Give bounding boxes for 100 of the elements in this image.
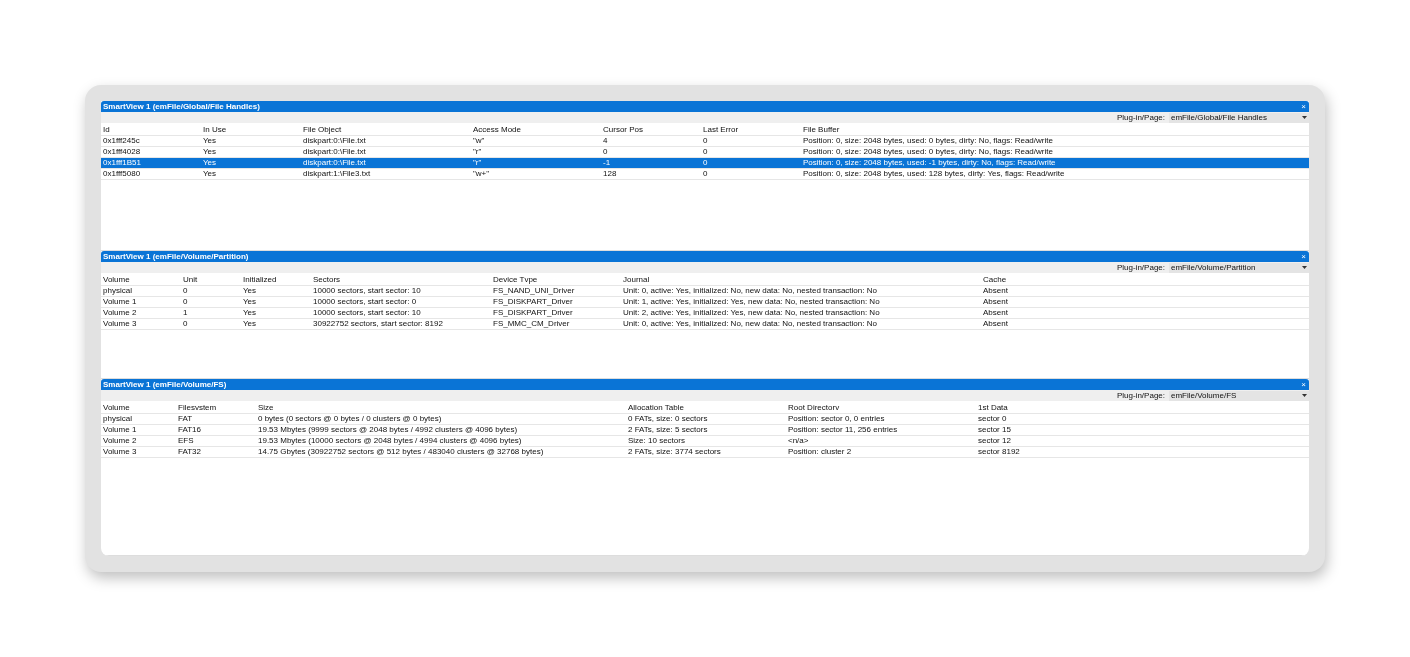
- table-cell-text: -1: [603, 158, 612, 168]
- column-header[interactable]: Access Mode: [473, 124, 603, 135]
- table-cell-text: Position: 0, size: 2048 bytes, used: 0 bytes, dirty: No, flags: Read/write: [803, 136, 1054, 146]
- table-cell-text: 30922752 sectors, start sector: 8192: [313, 319, 444, 329]
- table-cell-text: 14.75 Gbytes (30922752 sectors @ 512 bytes / 483040 clusters @ 32768 bytes): [258, 447, 545, 457]
- plugin-label: Plug-in/Page:: [1116, 263, 1165, 272]
- table-cell-text: Position: 0, size: 2048 bytes, used: 128 bytes, dirty: Yes, flags: Read/write: [803, 169, 1066, 179]
- table-cell-text: "r": [473, 147, 483, 157]
- table-cell-text: Yes: [243, 319, 258, 329]
- table-cell-text: 0: [703, 158, 709, 168]
- close-button[interactable]: ×: [1301, 251, 1306, 262]
- table-cell-text: 19.53 Mbytes (9999 sectors @ 2048 bytes / 4992 clusters @ 4096 bytes): [258, 425, 519, 435]
- table-cell-text: Unit: 1, active: Yes, initialized: Yes, new data: No, nested transaction: No: [623, 297, 881, 307]
- panel-title: SmartView 1 (emFile/Global/File Handles): [103, 101, 260, 112]
- table-cell-text: Yes: [203, 169, 218, 179]
- table-row[interactable]: Volume 3 0 Yes 30922752 sectors, start sector: 8192 FS_MMC_CM_Driver Unit: 0, active: Yes, initialized: No, new data: No, nested transaction: No Absent: [101, 319, 1309, 330]
- table-cell-text: 0: [703, 136, 709, 146]
- table-cell-text: FS_MMC_CM_Driver: [493, 319, 571, 329]
- table-cell-text: 0: [703, 169, 709, 179]
- close-button[interactable]: ×: [1301, 101, 1306, 112]
- column-header[interactable]: Last Error: [703, 124, 803, 135]
- table-cell-text: Yes: [203, 158, 218, 168]
- table-row[interactable]: Volume 2 EFS 19.53 Mbytes (10000 sectors @ 2048 bytes / 4994 clusters @ 4096 bytes) Size: 10 sectors <n/a> sector 12: [101, 436, 1309, 447]
- column-header[interactable]: Root Directorv: [788, 402, 978, 413]
- column-header[interactable]: Size: [258, 402, 628, 413]
- plugin-page-dropdown[interactable]: emFile/Volume/Partition: [1169, 262, 1309, 273]
- table-cell-text: 10000 sectors, start sector: 10: [313, 286, 422, 296]
- table-row[interactable]: physical 0 Yes 10000 sectors, start sector: 10 FS_NAND_UNI_Driver Unit: 0, active: Yes, initialized: No, new data: No, nested transaction: No Absent: [101, 286, 1309, 297]
- column-header[interactable]: Filesvstem: [178, 402, 258, 413]
- table-cell-text: Unit: 2, active: Yes, initialized: Yes, new data: No, nested transaction: No: [623, 308, 881, 318]
- table-row[interactable]: 0x1fff5080 Yes diskpart:1:\File3.txt "w+" 128 0 Position: 0, size: 2048 bytes, used: 128 bytes, dirty: Yes, flags: Read/write: [101, 169, 1309, 180]
- table-cell-text: 2 FATs, size: 3774 sectors: [628, 447, 722, 457]
- table-cell-text: 0 FATs, size: 0 sectors: [628, 414, 709, 424]
- table-cell-text: FS_DISKPART_Driver: [493, 308, 574, 318]
- table-cell-text: diskpart:0:\File.txt: [303, 158, 367, 168]
- table-cell-text: Absent: [983, 286, 1009, 296]
- column-header[interactable]: Volume: [103, 402, 178, 413]
- table-cell-text: 0x1fff5080: [103, 169, 142, 179]
- column-header[interactable]: Cache: [983, 274, 1309, 285]
- table-cell-text: 128: [603, 169, 618, 179]
- caret-icon: [1302, 266, 1307, 269]
- table-cell-text: 1: [183, 308, 189, 318]
- table-cell-text: Volume 1: [103, 425, 138, 435]
- column-header[interactable]: Journal: [623, 274, 983, 285]
- table-cell-text: "w": [473, 136, 486, 146]
- table-row[interactable]: Volume 2 1 Yes 10000 sectors, start sector: 10 FS_DISKPART_Driver Unit: 2, active: Yes, initialized: Yes, new data: No, nested transaction: No Absent: [101, 308, 1309, 319]
- table-cell-text: 0 bytes (0 sectors @ 0 bytes / 0 clusters @ 0 bytes): [258, 414, 443, 424]
- table-cell-text: 0: [183, 286, 189, 296]
- table-cell-text: Volume 2: [103, 308, 138, 318]
- table-cell-text: Volume 3: [103, 319, 138, 329]
- table-cell-text: <n/a>: [788, 436, 810, 446]
- table-row[interactable]: Volume 1 FAT16 19.53 Mbytes (9999 sectors @ 2048 bytes / 4992 clusters @ 4096 bytes) 2 FATs, size: 5 sectors Position: sector 11, 256 entries sector 15: [101, 425, 1309, 436]
- table-cell-text: Position: sector 11, 256 entries: [788, 425, 899, 435]
- column-header[interactable]: Volume: [103, 274, 183, 285]
- table-row[interactable]: 0x1fff245c Yes diskpart:0:\File.txt "w" 4 0 Position: 0, size: 2048 bytes, used: 0 bytes, dirty: No, flags: Read/write: [101, 136, 1309, 147]
- table-cell-text: 10000 sectors, start sector: 10: [313, 308, 422, 318]
- table-cell-text: "w+": [473, 169, 491, 179]
- column-header[interactable]: Sectors: [313, 274, 493, 285]
- column-header[interactable]: In Use: [203, 124, 303, 135]
- column-header[interactable]: File Buffer: [803, 124, 1309, 135]
- column-header[interactable]: Unit: [183, 274, 243, 285]
- column-header[interactable]: 1st Data: [978, 402, 1309, 413]
- table-cell-text: Absent: [983, 308, 1009, 318]
- table-cell-text: sector 8192: [978, 447, 1021, 457]
- table-row[interactable]: physical FAT 0 bytes (0 sectors @ 0 bytes / 0 clusters @ 0 bytes) 0 FATs, size: 0 sectors Position: sector 0, 0 entries sector 0: [101, 414, 1309, 425]
- table-cell-text: Position: 0, size: 2048 bytes, used: -1 bytes, dirty: No, flags: Read/write: [803, 158, 1057, 168]
- close-button[interactable]: ×: [1301, 379, 1306, 390]
- column-header[interactable]: File Object: [303, 124, 473, 135]
- table-cell-text: Yes: [243, 286, 258, 296]
- table-cell-text: sector 0: [978, 414, 1008, 424]
- panel-title: SmartView 1 (emFile/Volume/Partition): [103, 251, 249, 262]
- table-cell-text: Absent: [983, 297, 1009, 307]
- table-cell-text: Unit: 0, active: Yes, initialized: No, new data: No, nested transaction: No: [623, 286, 878, 296]
- table-row[interactable]: 0x1fff1B51 Yes diskpart:0:\File.txt "r" -1 0 Position: 0, size: 2048 bytes, used: -1 bytes, dirty: No, flags: Read/write: [101, 158, 1309, 169]
- table-cell-text: sector 12: [978, 436, 1012, 446]
- panel-title: SmartView 1 (emFile/Volume/FS): [103, 379, 227, 390]
- table-cell-text: sector 15: [978, 425, 1012, 435]
- table-row[interactable]: Volume 1 0 Yes 10000 sectors, start sector: 0 FS_DISKPART_Driver Unit: 1, active: Yes, initialized: Yes, new data: No, nested transaction: No Absent: [101, 297, 1309, 308]
- table-cell-text: Position: 0, size: 2048 bytes, used: 0 bytes, dirty: No, flags: Read/write: [803, 147, 1054, 157]
- table-cell-text: Position: cluster 2: [788, 447, 853, 457]
- table-cell-text: Volume 3: [103, 447, 138, 457]
- table-cell-text: Unit: 0, active: Yes, initialized: No, new data: No, nested transaction: No: [623, 319, 878, 329]
- table-cell-text: "r": [473, 158, 483, 168]
- plugin-page-dropdown[interactable]: emFile/Global/File Handles: [1169, 112, 1309, 123]
- plugin-page-dropdown[interactable]: emFile/Volume/FS: [1169, 390, 1309, 401]
- caret-icon: [1302, 394, 1307, 397]
- column-header[interactable]: Initialized: [243, 274, 313, 285]
- column-header[interactable]: Device Tvpe: [493, 274, 623, 285]
- table-row[interactable]: Volume 3 FAT32 14.75 Gbytes (30922752 sectors @ 512 bytes / 483040 clusters @ 32768 bytes) 2 FATs, size: 3774 sectors Position: cluster 2 sector 8192: [101, 447, 1309, 458]
- table-cell-text: FS_NAND_UNI_Driver: [493, 286, 576, 296]
- table-cell-text: Absent: [983, 319, 1009, 329]
- column-header[interactable]: Id: [103, 124, 203, 135]
- column-header[interactable]: Cursor Pos: [603, 124, 703, 135]
- table-cell-text: Yes: [203, 147, 218, 157]
- table-cell-text: 0: [703, 147, 709, 157]
- plugin-label: Plug-in/Page:: [1116, 113, 1165, 122]
- column-header[interactable]: Allocation Table: [628, 402, 788, 413]
- table-cell-text: FAT: [178, 414, 194, 424]
- table-cell-text: 0x1fff4028: [103, 147, 142, 157]
- table-cell-text: Volume 2: [103, 436, 138, 446]
